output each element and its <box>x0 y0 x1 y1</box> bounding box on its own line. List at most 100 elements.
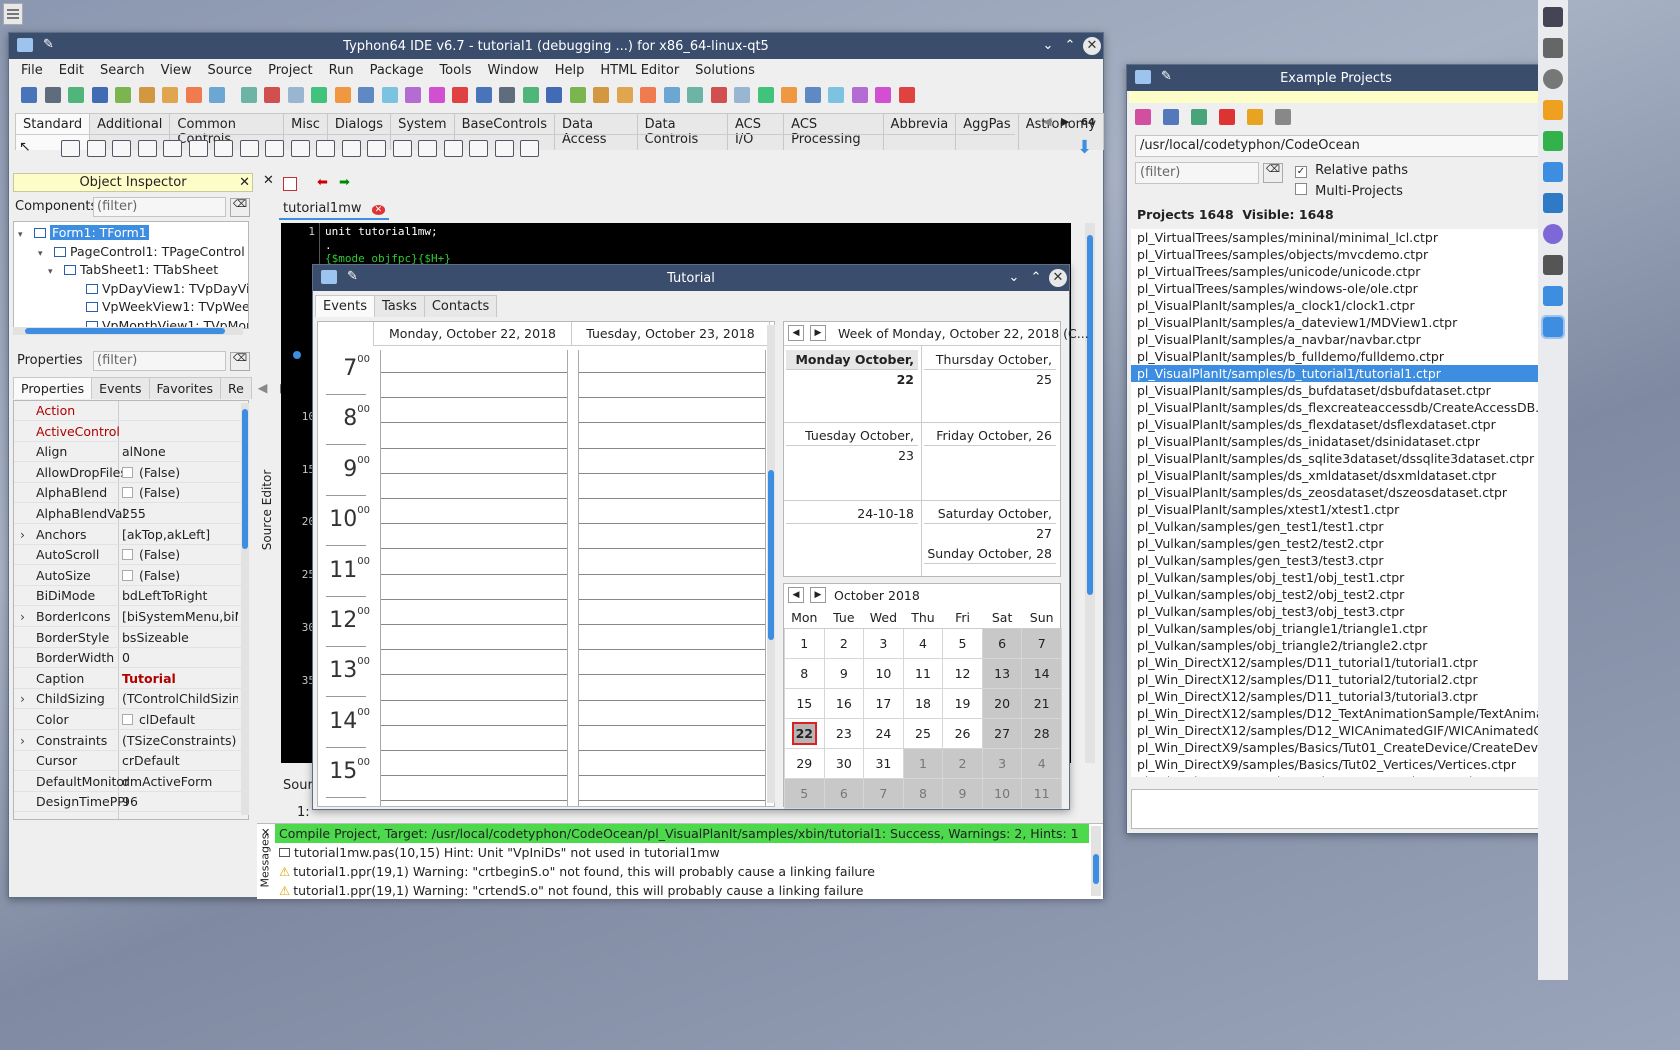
checkbox-icon[interactable] <box>122 466 133 478</box>
project-list-item[interactable]: pl_VisualPlanIt/samples/ds_bufdataset/ds… <box>1131 382 1543 399</box>
toolbar-button-13-icon[interactable] <box>334 87 351 103</box>
expand-icon[interactable]: › <box>20 607 25 627</box>
property-row[interactable]: Action <box>14 401 248 421</box>
download-arrow-icon[interactable]: ⬇ <box>1077 137 1092 158</box>
property-value[interactable]: crDefault <box>118 751 238 771</box>
property-value[interactable]: 255 <box>118 504 238 524</box>
toolbar-button-29-icon[interactable] <box>710 87 727 103</box>
property-value[interactable]: alNone <box>118 442 238 462</box>
messages-vscrollbar[interactable] <box>1091 826 1101 896</box>
calendar-day[interactable]: 13 <box>981 657 1023 689</box>
open-project-icon[interactable] <box>1163 109 1179 125</box>
tree-expander-icon[interactable]: ▾ <box>38 245 50 263</box>
multi-projects-checkbox[interactable]: Multi-Projects <box>1295 183 1403 199</box>
editor-tab-close-icon[interactable]: ✕ <box>371 205 386 215</box>
clear-filter-icon[interactable]: ⌫ <box>1263 163 1283 183</box>
calendar-day[interactable]: 2 <box>823 627 865 659</box>
combobox-icon[interactable] <box>316 140 335 157</box>
close-button[interactable]: ✕ <box>1049 269 1067 287</box>
lock-icon[interactable] <box>1543 38 1563 58</box>
week-next-button[interactable]: ▶ <box>810 325 826 341</box>
toolbar-button-15-icon[interactable] <box>381 87 398 103</box>
menu-file[interactable]: File <box>13 60 51 82</box>
calendar-day[interactable]: 24 <box>863 717 904 749</box>
relative-paths-checkbox[interactable]: ✓ Relative paths <box>1295 163 1408 178</box>
project-list-item[interactable]: pl_Win_DirectX12/samples/D11_tutorial2/t… <box>1131 671 1543 688</box>
menu-solutions[interactable]: Solutions <box>687 60 763 82</box>
maximize-button[interactable]: ⌃ <box>1061 37 1079 55</box>
toolbar-button-17-icon[interactable] <box>428 87 445 103</box>
path-field[interactable]: /usr/local/codetyphon/CodeOcean <box>1135 135 1539 157</box>
toggle-box-icon[interactable] <box>214 140 233 157</box>
inspector-tab-events[interactable]: Events <box>91 377 150 399</box>
property-row[interactable]: Align alNone <box>14 442 248 463</box>
forward-arrow-icon[interactable]: ➡ <box>339 175 350 190</box>
calendar-day[interactable]: 30 <box>823 747 865 779</box>
back-arrow-icon[interactable]: ⬅ <box>317 175 328 190</box>
menu-edit[interactable]: Edit <box>51 60 92 82</box>
week-day-header[interactable]: 24-10-18 <box>786 504 918 524</box>
menu-run[interactable]: Run <box>321 60 362 82</box>
toolbar-button-9-icon[interactable] <box>240 87 257 103</box>
toolbar-button-6-icon[interactable] <box>162 87 178 103</box>
message-row[interactable]: ⚠ tutorial1.ppr(19,1) Warning: "crtendS.o… <box>275 881 1089 900</box>
tree-node[interactable]: ▾ TabSheet1: TTabSheet <box>48 261 218 279</box>
calendar-day[interactable]: 6 <box>981 627 1023 659</box>
project-list-item[interactable]: pl_Vulkan/samples/gen_test2/test2.ctpr <box>1131 535 1543 552</box>
project-list-item[interactable]: pl_VisualPlanIt/samples/a_dateview1/MDVi… <box>1131 314 1543 331</box>
project-list-item[interactable]: pl_Vulkan/samples/obj_triangle1/triangle… <box>1131 620 1543 637</box>
calendar-day[interactable]: 23 <box>823 717 865 749</box>
calendar-day[interactable]: 8 <box>784 657 825 689</box>
toolbar-button-2-icon[interactable] <box>68 87 84 103</box>
property-row[interactable]: DefaultMonitor dmActiveForm <box>14 772 248 792</box>
calendar-day[interactable]: 1 <box>784 627 825 659</box>
radio-group-icon[interactable] <box>392 140 412 157</box>
code-line[interactable]: . <box>325 239 332 252</box>
calendar-day[interactable]: 6 <box>823 777 865 809</box>
menu-package[interactable]: Package <box>362 60 432 82</box>
property-value[interactable]: [biSystemMenu,biMi <box>118 607 238 627</box>
property-row[interactable]: DesignTimePPI 96 <box>14 792 248 813</box>
maximize-button[interactable]: ⌃ <box>1027 269 1045 287</box>
inspector-tab-favorites[interactable]: Favorites <box>148 377 221 399</box>
checkbox-icon[interactable] <box>239 140 259 157</box>
toolbar-button-31-icon[interactable] <box>757 87 774 103</box>
property-row[interactable]: › Constraints (TSizeConstraints) <box>14 731 248 751</box>
day-column-slot[interactable] <box>578 350 766 806</box>
pin-icon[interactable]: ✎ <box>1161 69 1172 84</box>
palette-scroll-left[interactable]: ◀ <box>1043 115 1051 128</box>
project-list-item[interactable]: pl_VisualPlanIt/samples/ds_xmldataset/ds… <box>1131 467 1543 484</box>
panel-icon[interactable] <box>443 140 463 157</box>
calendar-day[interactable]: 17 <box>863 687 904 719</box>
menu-html-editor[interactable]: HTML Editor <box>592 60 687 82</box>
property-value[interactable]: [akTop,akLeft] <box>118 525 238 545</box>
toolbar-button-23-icon[interactable] <box>569 87 586 103</box>
month-next-button[interactable]: ▶ <box>810 587 826 603</box>
month-prev-button[interactable]: ◀ <box>788 587 804 603</box>
calendar-day[interactable]: 4 <box>1021 747 1062 779</box>
dock-settings-icon[interactable] <box>1543 7 1563 27</box>
calendar-day[interactable]: 16 <box>823 687 865 719</box>
day-column-header[interactable]: Monday, October 22, 2018 <box>374 322 572 346</box>
property-value[interactable]: 0 <box>118 648 238 668</box>
inspector-tab-properties[interactable]: Properties <box>13 377 93 399</box>
calendar-day[interactable]: 9 <box>823 657 865 689</box>
project-list-item[interactable]: pl_VirtualTrees/samples/unicode/unicode.… <box>1131 263 1543 280</box>
day-column-slot[interactable] <box>380 350 568 806</box>
property-value[interactable]: Tutorial <box>118 669 238 689</box>
toolbar-button-0-icon[interactable] <box>21 87 37 103</box>
property-row[interactable]: AutoSize (False) <box>14 566 248 586</box>
calendar-day[interactable]: 11 <box>902 657 944 689</box>
property-row[interactable]: › ChildSizing (TControlChildSizing) <box>14 689 248 710</box>
week-day-header[interactable]: Thursday October, 25 <box>924 350 1056 387</box>
chat-icon[interactable] <box>1543 131 1563 151</box>
project-list-item[interactable]: pl_Vulkan/samples/gen_test1/test1.ctpr <box>1131 518 1543 535</box>
notes-icon[interactable] <box>1543 100 1563 120</box>
button-panel-icon[interactable] <box>520 140 539 157</box>
toolbar-button-37-icon[interactable] <box>898 87 915 103</box>
frame-icon[interactable] <box>469 140 488 157</box>
tree-expander-icon[interactable]: ▾ <box>18 226 30 244</box>
source-editor-close-icon[interactable]: ✕ <box>263 173 274 188</box>
calendar-day[interactable]: 28 <box>1021 717 1062 749</box>
property-row[interactable]: › BorderIcons [biSystemMenu,biMi <box>14 607 248 627</box>
